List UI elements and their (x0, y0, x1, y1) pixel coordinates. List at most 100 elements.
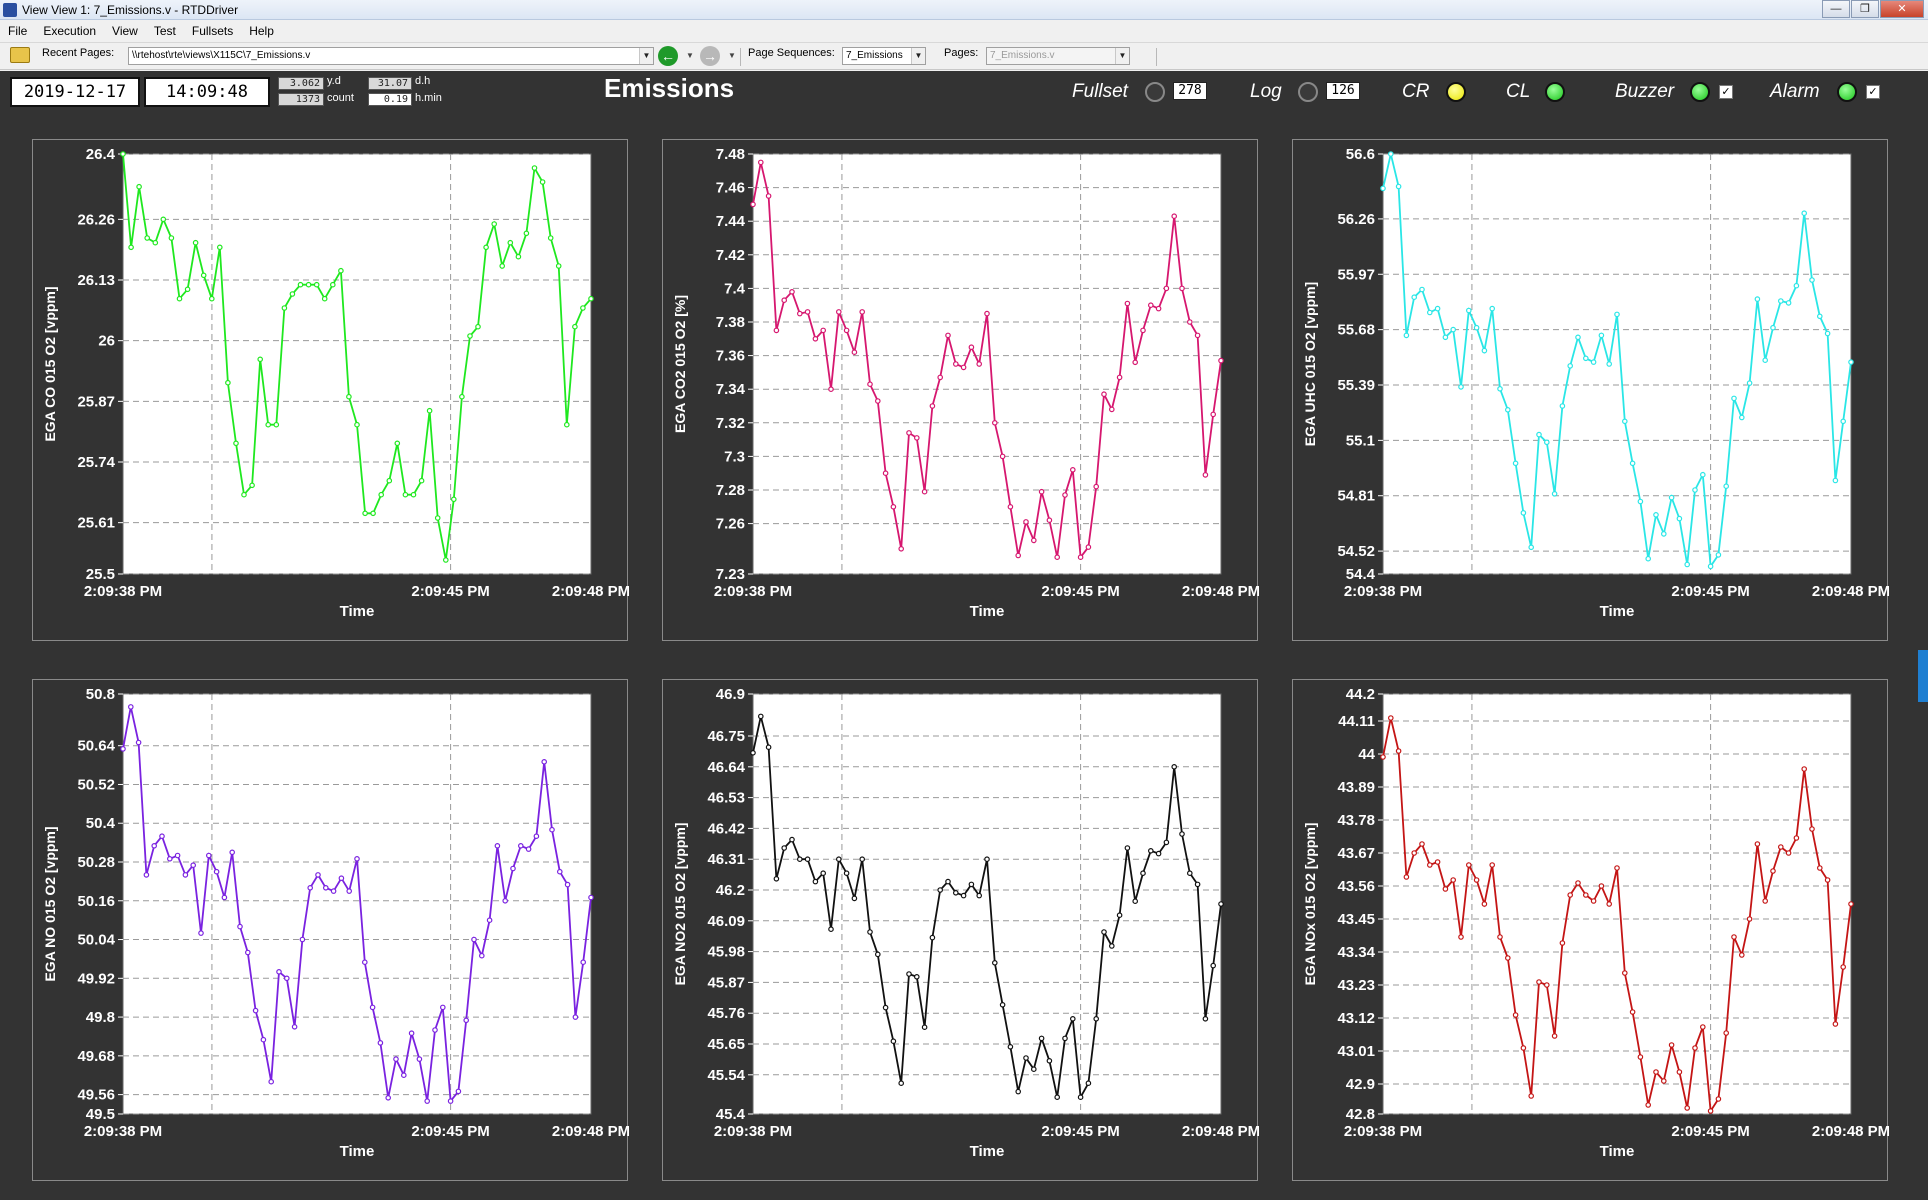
data-point (184, 286, 191, 293)
menu-file[interactable]: File (0, 24, 35, 38)
menu-execution[interactable]: Execution (35, 24, 104, 38)
menu-fullsets[interactable]: Fullsets (184, 24, 241, 38)
data-point (960, 892, 967, 899)
data-point (1179, 831, 1185, 837)
data-point (213, 868, 220, 875)
y-axis-label: EGA NO2 015 O2 [vppm] (672, 823, 688, 986)
data-point (1202, 1015, 1209, 1022)
data-point (1544, 982, 1550, 988)
data-point (968, 344, 975, 351)
data-point (890, 1038, 897, 1045)
data-point (1598, 883, 1605, 889)
data-point (475, 323, 481, 330)
back-dropdown-icon[interactable]: ▼ (686, 51, 694, 60)
y-axis-label: EGA CO2 015 O2 [%] (672, 295, 688, 433)
data-point (120, 746, 126, 752)
data-point (1785, 300, 1792, 306)
data-point (572, 323, 578, 330)
x-tick-label: 2:09:48 PM (1812, 583, 1889, 600)
data-point (361, 959, 368, 966)
y-tick-label: 55.1 (1346, 432, 1375, 449)
menu-help[interactable]: Help (241, 24, 282, 38)
data-point (968, 881, 975, 888)
y-tick-label: 46.2 (716, 882, 745, 899)
buzzer-checkbox[interactable]: ✓ (1719, 85, 1733, 99)
data-point (1101, 391, 1107, 398)
data-point (1746, 916, 1753, 922)
menu-test[interactable]: Test (146, 24, 184, 38)
data-point (478, 952, 485, 959)
data-point (804, 309, 811, 315)
chevron-down-icon[interactable]: ▼ (911, 48, 925, 64)
data-point (151, 843, 158, 849)
data-point (929, 934, 936, 941)
data-point (1132, 898, 1139, 905)
chevron-down-icon[interactable]: ▼ (1115, 48, 1129, 64)
data-point (1124, 845, 1131, 851)
count-label: count (327, 92, 354, 104)
page-sequences-combo[interactable]: 7_Emissions ▼ (842, 47, 926, 65)
data-point (556, 868, 563, 875)
alarm-checkbox[interactable]: ✓ (1866, 85, 1880, 99)
data-point (921, 488, 928, 495)
data-point (1582, 892, 1589, 898)
plot-area (122, 153, 592, 575)
data-point (828, 926, 834, 933)
maximize-button[interactable]: ❐ (1851, 0, 1879, 18)
y-tick-label: 54.4 (1346, 566, 1376, 583)
close-button[interactable]: ✕ (1880, 0, 1924, 18)
y-tick-label: 55.97 (1337, 266, 1375, 283)
data-point (144, 235, 151, 241)
plot-area (1382, 153, 1852, 575)
data-point (1473, 877, 1480, 883)
data-point (999, 1001, 1006, 1008)
alarm-label: Alarm (1770, 81, 1820, 102)
forward-arrow-icon[interactable]: → (700, 46, 720, 66)
menu-view[interactable]: View (104, 24, 146, 38)
data-point (541, 759, 548, 765)
y-tick-label: 43.78 (1337, 812, 1375, 829)
data-point (1715, 552, 1722, 558)
forward-dropdown-icon[interactable]: ▼ (728, 51, 736, 60)
y-tick-label: 50.28 (77, 854, 115, 871)
data-point (1030, 537, 1037, 544)
data-point (812, 336, 819, 342)
recent-pages-combo[interactable]: \\rtehost\rte\views\X115C\7_Emissions.v … (128, 47, 654, 65)
data-point (1559, 940, 1566, 946)
data-point (237, 923, 243, 930)
x-tick-label: 2:09:48 PM (552, 1123, 629, 1140)
data-point (307, 885, 314, 891)
data-point (588, 894, 594, 901)
data-point (984, 310, 990, 317)
time-display: 14:09:48 (144, 77, 270, 107)
date-display: 2019-12-17 (10, 77, 140, 107)
log-label: Log (1250, 81, 1282, 102)
minimize-button[interactable]: — (1822, 0, 1850, 18)
x-tick-label: 2:09:45 PM (411, 1123, 489, 1140)
chevron-down-icon[interactable]: ▼ (639, 48, 653, 64)
data-point (1645, 1102, 1652, 1108)
open-folder-icon[interactable] (10, 47, 30, 63)
y-tick-label: 43.23 (1337, 977, 1375, 994)
data-point (549, 826, 555, 833)
data-point (229, 849, 236, 856)
data-point (836, 309, 842, 315)
dh-value: 31.07 (368, 77, 412, 90)
data-point (1614, 865, 1620, 871)
pages-combo[interactable]: 7_Emissions.v ▼ (986, 47, 1130, 65)
data-point (483, 244, 489, 251)
data-point (338, 267, 344, 274)
data-point (1147, 302, 1154, 309)
data-point (1606, 901, 1613, 907)
data-point (416, 1056, 423, 1062)
data-point (1015, 1088, 1022, 1095)
y-tick-label: 25.61 (77, 515, 115, 532)
toolbar: Recent Pages: \\rtehost\rte\views\X115C\… (0, 42, 1928, 70)
y-tick-label: 44.2 (1346, 686, 1375, 703)
y-tick-label: 7.32 (716, 415, 745, 432)
back-arrow-icon[interactable]: ← (658, 46, 678, 66)
data-point (797, 856, 803, 863)
data-point (875, 398, 881, 404)
buzzer-indicator (1690, 82, 1710, 102)
y-tick-label: 49.8 (86, 1009, 115, 1026)
